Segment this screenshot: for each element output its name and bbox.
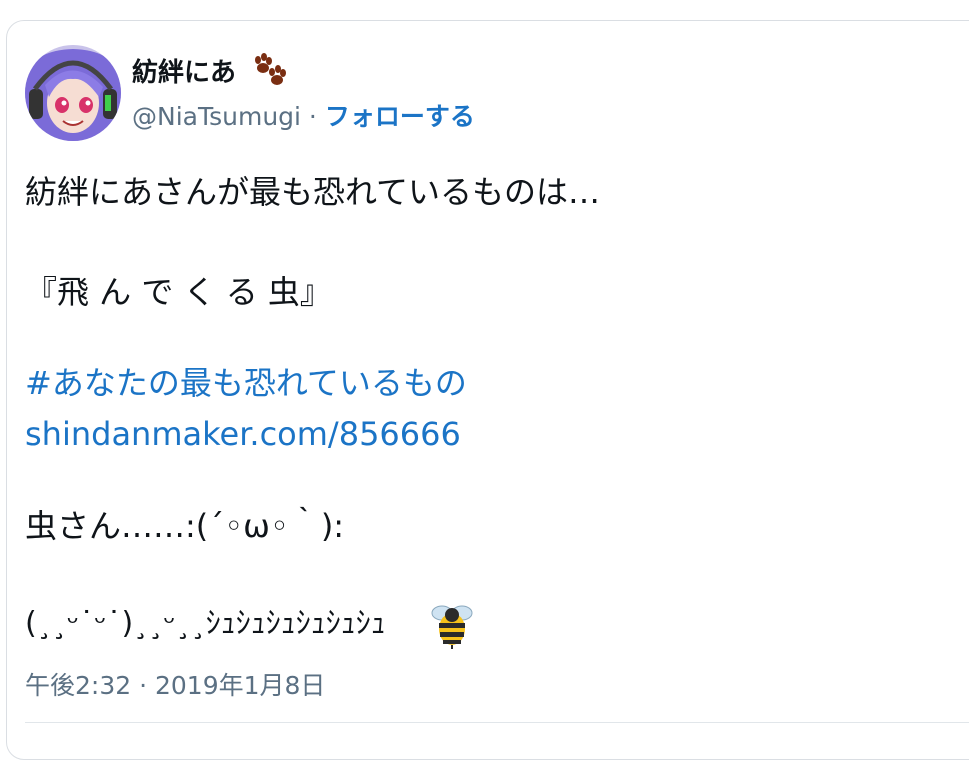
divider [25,722,969,723]
handle-row: @NiaTsumugi · フォローする [132,100,475,134]
bee-icon [428,599,476,649]
url-link[interactable]: shindanmaker.com/856666 [25,414,461,454]
hashtag-link[interactable]: #あなたの最も恐れているもの [25,363,467,403]
separator: · [300,102,325,131]
follow-button[interactable]: フォローする [325,102,475,131]
paw-prints-icon [250,53,290,89]
user-handle[interactable]: @NiaTsumugi [132,102,301,131]
display-name[interactable]: 紡絆にあ [132,58,236,88]
tweet-text-line-4: (¸¸ᵕ˙ᵕ˙)¸¸ᵕ¸¸ｼｭｼｭｼｭｼｭｼｭｼｭ [25,606,386,641]
tweet-text-line-1: 紡絆にあさんが最も恐れているものは… [25,173,601,211]
tweet-timestamp[interactable]: 午後2:32 · 2019年1月8日 [25,670,325,702]
tweet-text-line-2: 『飛 ん で く る 虫』 [25,273,332,311]
avatar[interactable] [25,45,121,141]
tweet-text-line-3: 虫さん……:(´◦ω◦｀): [25,507,345,545]
